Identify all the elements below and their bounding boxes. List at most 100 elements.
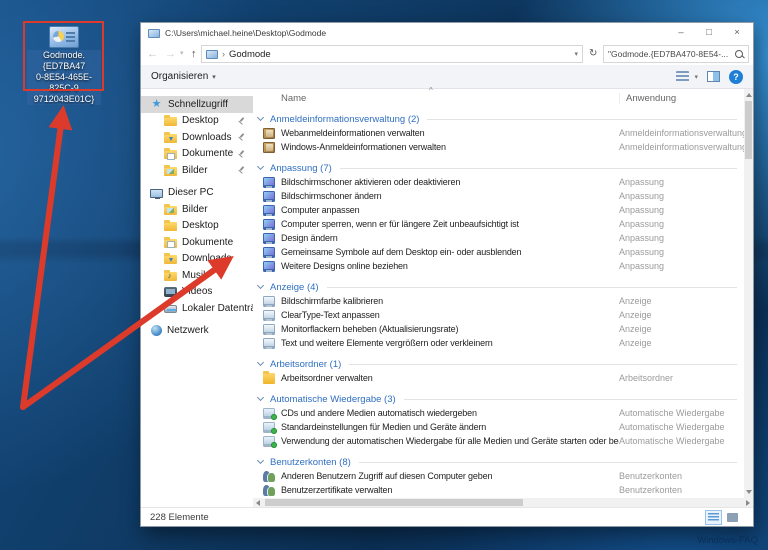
list-item[interactable]: Text und weitere Elemente vergrößern ode… (253, 336, 744, 350)
column-header-name[interactable]: Name (253, 93, 619, 104)
group-header[interactable]: Anzeige (4) (253, 280, 744, 294)
scroll-left-icon[interactable] (256, 499, 260, 506)
sidebar-item-musik[interactable]: Musik (141, 267, 253, 284)
list-item[interactable]: Anderen Benutzern Zugriff auf diesen Com… (253, 469, 744, 483)
autoplay-icon (263, 407, 277, 420)
list-item[interactable]: Webanmeldeinformationen verwalten Anmeld… (253, 126, 744, 140)
group-header[interactable]: Benutzerkonten (8) (253, 455, 744, 469)
organize-button[interactable]: Organisieren (151, 71, 208, 82)
sidebar-item-desktop-pinned[interactable]: Desktop (141, 113, 253, 130)
list-item[interactable]: Bildschirmfarbe kalibrieren Anzeige (253, 294, 744, 308)
item-name: CDs und andere Medien automatisch wieder… (281, 408, 477, 418)
search-input[interactable] (608, 49, 735, 59)
group-title: Benutzerkonten (8) (270, 456, 351, 468)
icons-view-button[interactable] (724, 510, 741, 525)
icons-view-icon (727, 512, 738, 522)
sidebar-item-dokumente[interactable]: Dokumente (141, 234, 253, 251)
list-item[interactable]: Standardeinstellungen für Medien und Ger… (253, 420, 744, 434)
list-item[interactable]: Verwendung der automatischen Wiedergabe … (253, 434, 744, 448)
group-header[interactable]: Automatische Wiedergabe (3) (253, 392, 744, 406)
window-title: C:\Users\michael.heine\Desktop\Godmode (165, 28, 327, 38)
preview-pane-button[interactable] (707, 71, 720, 82)
sidebar-item-videos[interactable]: Videos (141, 284, 253, 301)
change-view-button[interactable] (676, 71, 690, 82)
pictures-folder-icon (164, 164, 177, 176)
item-name: Bildschirmschoner ändern (281, 191, 382, 201)
chevron-down-icon (256, 113, 265, 122)
list-item[interactable]: Windows-Anmeldeinformationen verwalten A… (253, 140, 744, 154)
maximize-button[interactable]: □ (695, 23, 723, 43)
list-item[interactable]: Design ändern Anpassung (253, 231, 744, 245)
documents-folder-icon (164, 148, 177, 160)
music-folder-icon (164, 269, 177, 281)
view-dropdown-icon[interactable]: ▾ (694, 73, 698, 81)
group-title: Anpassung (7) (270, 162, 332, 174)
sidebar-item-downloads-pinned[interactable]: Downloads (141, 129, 253, 146)
search-icon (735, 49, 744, 59)
scroll-down-icon[interactable] (745, 490, 752, 494)
help-button[interactable]: ? (729, 69, 743, 84)
item-app: Automatische Wiedergabe (619, 408, 725, 418)
horizontal-scrollbar-thumb[interactable] (265, 499, 523, 506)
details-view-button[interactable] (705, 509, 722, 525)
item-app: Anzeige (619, 296, 652, 306)
search-box[interactable] (603, 45, 749, 63)
group-header[interactable]: Anpassung (7) (253, 161, 744, 175)
list-item[interactable]: Weitere Designs online beziehen Anpassun… (253, 259, 744, 273)
list-item[interactable]: ClearType-Text anpassen Anzeige (253, 308, 744, 322)
list-item[interactable]: CDs und andere Medien automatisch wieder… (253, 406, 744, 420)
address-dropdown-icon[interactable]: ▾ (574, 50, 578, 58)
refresh-icon[interactable]: ↻ (589, 43, 597, 65)
sidebar-item-downloads[interactable]: Downloads (141, 251, 253, 268)
breadcrumb[interactable]: Godmode (229, 49, 271, 60)
title-bar[interactable]: C:\Users\michael.heine\Desktop\Godmode –… (141, 23, 753, 43)
sidebar-item-bilder-pinned[interactable]: Bilder (141, 162, 253, 179)
list-item[interactable]: Monitorflackern beheben (Aktualisierungs… (253, 322, 744, 336)
list-item[interactable]: Bildschirmschoner ändern Anpassung (253, 189, 744, 203)
item-app: Anmeldeinformationsverwaltung (619, 128, 744, 138)
group-divider (403, 398, 737, 400)
item-app: Automatische Wiedergabe (619, 422, 725, 432)
column-header-anwendung[interactable]: Anwendung (619, 92, 744, 104)
item-name: Windows-Anmeldeinformationen verwalten (281, 142, 446, 152)
vertical-scrollbar-thumb[interactable] (745, 101, 752, 159)
recent-pages-chevron-icon[interactable]: ▾ (180, 43, 184, 65)
scroll-up-icon[interactable] (745, 93, 752, 97)
horizontal-scrollbar[interactable] (253, 498, 753, 507)
sidebar-item-desktop[interactable]: Desktop (141, 218, 253, 235)
forward-icon[interactable]: → (165, 43, 176, 65)
item-name: Verwendung der automatischen Wiedergabe … (281, 436, 619, 446)
list-item[interactable]: Gemeinsame Symbole auf dem Desktop ein- … (253, 245, 744, 259)
up-icon[interactable]: ↑ (191, 43, 197, 65)
annotation-highlight-box (23, 21, 104, 91)
group-divider (358, 461, 737, 463)
group-header[interactable]: Arbeitsordner (1) (253, 357, 744, 371)
list-item[interactable]: Arbeitsordner verwalten Arbeitsordner (253, 370, 744, 385)
group-header[interactable]: Anmeldeinformationsverwaltung (2) (253, 112, 744, 126)
back-icon[interactable]: ← (147, 43, 158, 65)
sidebar-item-label: Schnellzugriff (168, 98, 228, 110)
item-app: Anzeige (619, 324, 652, 334)
group-title: Anzeige (4) (270, 281, 319, 293)
sidebar-item-schnellzugriff[interactable]: ★ Schnellzugriff (141, 96, 253, 113)
vertical-scrollbar[interactable] (744, 89, 753, 498)
close-button[interactable]: × (723, 23, 751, 43)
scroll-right-icon[interactable] (746, 499, 750, 506)
credential-manager-icon (263, 127, 275, 139)
column-headers: ^ Name Anwendung (253, 86, 744, 107)
list-item[interactable]: Bildschirmschoner aktivieren oder deakti… (253, 175, 744, 189)
item-app: Anmeldeinformationsverwaltung (619, 142, 744, 152)
list-item[interactable]: Computer sperren, wenn er für längere Ze… (253, 217, 744, 231)
sidebar-item-lokaler-datentraeger[interactable]: Lokaler Datenträger (141, 300, 253, 317)
list-item[interactable]: Computer anpassen Anpassung (253, 203, 744, 217)
work-folders-icon (263, 370, 275, 384)
minimize-button[interactable]: – (667, 23, 695, 43)
item-name: Text und weitere Elemente vergrößern ode… (281, 338, 493, 348)
list-item[interactable]: Benutzerzertifikate verwalten Benutzerko… (253, 483, 744, 497)
sidebar-item-bilder[interactable]: Bilder (141, 201, 253, 218)
sidebar-item-netzwerk[interactable]: Netzwerk (141, 323, 253, 340)
sidebar-item-dokumente-pinned[interactable]: Dokumente (141, 146, 253, 163)
videos-folder-icon (164, 286, 177, 297)
sidebar-item-dieser-pc[interactable]: Dieser PC (141, 185, 253, 202)
address-input[interactable]: › Godmode ▾ (201, 45, 583, 63)
